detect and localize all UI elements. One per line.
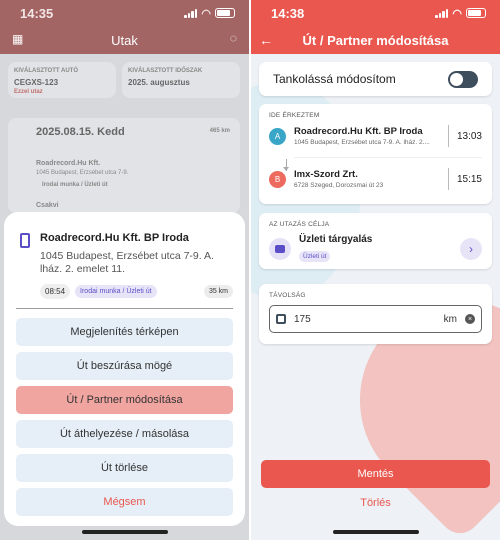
chevron-right-icon[interactable]: › <box>460 237 482 260</box>
route-icon <box>276 314 286 324</box>
stop-a-marker: A <box>269 127 286 145</box>
sheet-location-address: 1045 Budapest, Erzsébet utca 7-9. A. lhá… <box>40 250 214 275</box>
car-sub: Ezzel utaz <box>14 89 43 95</box>
route-arrow-icon <box>283 167 289 171</box>
status-icons: ◠ <box>184 7 235 20</box>
divider <box>16 308 233 309</box>
back-arrow-icon[interactable]: ← <box>259 32 273 48</box>
refuel-toggle[interactable] <box>448 70 478 88</box>
briefcase-icon <box>269 237 291 260</box>
car-label: KIVÁLASZTOTT AUTÓ <box>14 68 78 74</box>
refuel-toggle-label: Tankolássá módosítom <box>273 72 396 86</box>
signal-icon <box>184 8 198 18</box>
delete-button[interactable]: Törlés <box>251 497 500 509</box>
stop-a-time[interactable]: 13:03 <box>447 125 482 147</box>
purpose-tag: Üzleti út <box>299 251 331 262</box>
status-icons: ◠ <box>435 7 486 20</box>
app-bar: ← Út / Partner módosítása <box>251 26 500 54</box>
action-sheet: Roadrecord.Hu Kft. BP Iroda 1045 Budapes… <box>4 212 245 526</box>
period-selector: KIVÁLASZTOTT IDŐSZAK 2025. augusztus <box>122 62 240 98</box>
time-chip: 08:54 <box>40 284 71 299</box>
edit-trip-partner-button[interactable]: Út / Partner módosítása <box>16 386 233 414</box>
sheet-location: Roadrecord.Hu Kft. BP Iroda 1045 Budapes… <box>16 226 233 276</box>
stop-a-name: Roadrecord.Hu Kft. BP Iroda <box>294 126 423 137</box>
stop-b[interactable]: B Imx-Szord Zrt. 6728 Szeged, Dorozsmai … <box>269 162 482 196</box>
phone-icon <box>20 233 30 248</box>
trip-purpose-card[interactable]: AZ UTAZÁS CÉLJA Üzleti tárgyalás Üzleti … <box>259 213 492 269</box>
home-indicator <box>81 530 168 534</box>
status-bar: 14:38 ◠ <box>251 0 500 26</box>
purpose-row: Üzleti tárgyalás Üzleti út › <box>269 234 482 263</box>
purpose-chip: Irodai munka / Üzleti út <box>75 285 157 298</box>
bg-trip2-title: Csakvi <box>36 202 59 209</box>
refuel-toggle-row: Tankolássá módosítom <box>259 62 492 96</box>
chat-icon[interactable]: ◌ <box>230 31 237 45</box>
bg-trip-address: 1045 Budapest, Erzsébet utca 7-9. <box>36 170 129 176</box>
calendar-settings-icon[interactable]: ▦ <box>12 32 23 46</box>
wifi-icon: ◠ <box>452 7 462 20</box>
stop-b-address: 6728 Szeged, Dorozsmai út 23 <box>294 182 384 189</box>
status-time: 14:35 <box>20 5 54 21</box>
wifi-icon: ◠ <box>201 7 211 20</box>
distance-value[interactable]: 175 <box>294 314 311 325</box>
stop-a[interactable]: A Roadrecord.Hu Kft. BP Iroda 1045 Budap… <box>269 119 482 153</box>
arrived-label: IDE ÉRKEZTEM <box>269 112 320 119</box>
distance-chip: 35 km <box>203 285 233 298</box>
purpose-title: Üzleti tárgyalás <box>299 234 373 245</box>
distance-input[interactable]: 175 km × <box>269 305 482 333</box>
left-screen: 14:35 ◠ ▦ Utak ◌ KIVÁLASZTOTT AUTÓ CEGXS… <box>0 0 249 540</box>
sheet-location-title: Roadrecord.Hu Kft. BP Iroda <box>40 232 189 244</box>
status-time: 14:38 <box>271 5 305 21</box>
app-title: Utak <box>111 32 138 48</box>
delete-trip-button[interactable]: Út törlése <box>16 454 233 482</box>
day-date: 2025.08.15. Kedd <box>36 126 125 138</box>
purpose-label: AZ UTAZÁS CÉLJA <box>269 221 330 228</box>
car-value: CEGXS-123 <box>14 78 59 87</box>
show-on-map-button[interactable]: Megjelenítés térképen <box>16 318 233 346</box>
bg-trip-tag: Irodai munka / Üzleti út <box>42 182 108 188</box>
distance-card: TÁVOLSÁG 175 km × <box>259 284 492 344</box>
period-label: KIVÁLASZTOTT IDŐSZAK <box>128 68 203 74</box>
battery-icon <box>466 8 486 18</box>
move-copy-trip-button[interactable]: Út áthelyezése / másolása <box>16 420 233 448</box>
period-value: 2025. augusztus <box>128 78 190 87</box>
stop-b-time[interactable]: 15:15 <box>447 168 482 190</box>
day-card: 2025.08.15. Kedd 465 km Roadrecord.Hu Kf… <box>8 118 240 213</box>
right-screen: 14:38 ◠ ← Út / Partner módosítása Tankol… <box>251 0 500 540</box>
cancel-button[interactable]: Mégsem <box>16 488 233 516</box>
bg-trip-title: Roadrecord.Hu Kft. <box>36 160 101 167</box>
app-title: Út / Partner módosítása <box>302 32 449 48</box>
insert-trip-after-button[interactable]: Út beszúrása mögé <box>16 352 233 380</box>
stop-b-marker: B <box>269 170 286 188</box>
home-indicator <box>332 530 419 534</box>
status-bar: 14:35 ◠ <box>0 0 249 26</box>
day-km: 465 km <box>209 128 230 134</box>
distance-unit: km <box>443 313 457 325</box>
clear-icon[interactable]: × <box>465 314 475 324</box>
save-button[interactable]: Mentés <box>261 460 490 488</box>
stop-b-name: Imx-Szord Zrt. <box>294 169 358 180</box>
battery-icon <box>215 8 235 18</box>
sheet-chips: 08:54 Irodai munka / Üzleti út 35 km <box>16 284 233 299</box>
signal-icon <box>435 8 449 18</box>
stop-a-address: 1045 Budapest, Erzsébet utca 7-9. A. lhá… <box>294 139 430 146</box>
app-bar: ▦ Utak ◌ <box>0 26 249 54</box>
car-selector: KIVÁLASZTOTT AUTÓ CEGXS-123 Ezzel utaz <box>8 62 116 98</box>
stop-separator <box>294 157 482 158</box>
stops-card: IDE ÉRKEZTEM A Roadrecord.Hu Kft. BP Iro… <box>259 104 492 204</box>
distance-label: TÁVOLSÁG <box>269 292 306 299</box>
